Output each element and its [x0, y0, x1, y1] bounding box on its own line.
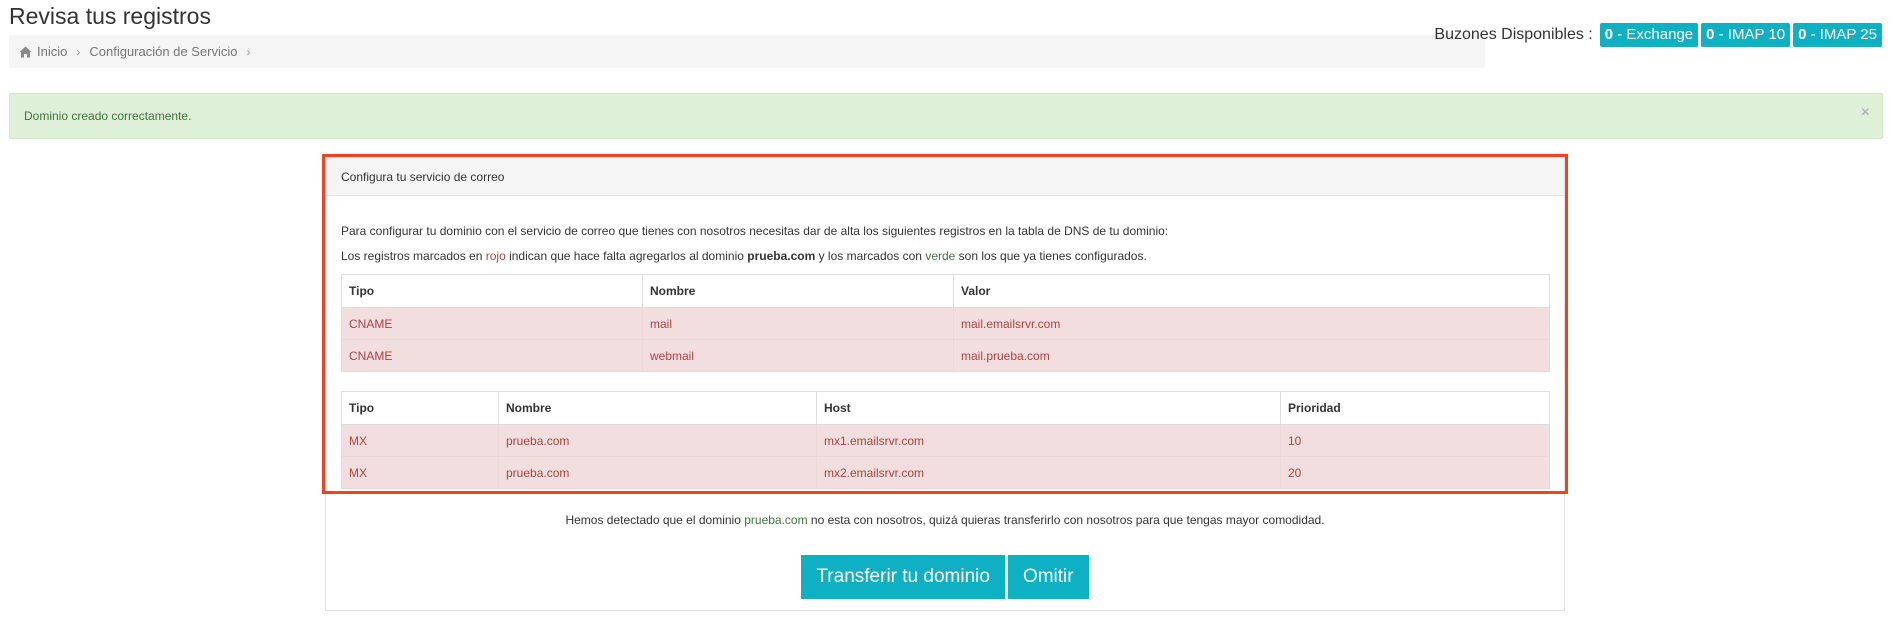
legend-green-word: verde [925, 249, 956, 263]
chevron-right-icon: › [76, 44, 81, 59]
table-cell: MX [341, 424, 499, 457]
table-cell: mail [642, 307, 954, 340]
legend-text: Los registros marcados en rojo indican q… [341, 249, 1549, 263]
table-cell: mx2.emailsrvr.com [816, 456, 1281, 489]
cname-records-table: Tipo Nombre Valor CNAME mail mail.emails… [341, 274, 1550, 372]
table-cell: mail.prueba.com [953, 339, 1550, 372]
breadcrumb-service-config[interactable]: Configuración de Servicio [89, 44, 237, 59]
column-header: Host [816, 391, 1281, 425]
table-row: CNAME webmail mail.prueba.com [341, 339, 1550, 372]
intro-text: Para configurar tu dominio con el servic… [341, 224, 1169, 238]
home-icon [19, 46, 32, 57]
badge-imap-10: 0 - IMAP 10 [1701, 23, 1791, 47]
alert-message: Dominio creado correctamente. [24, 109, 192, 123]
table-cell: 10 [1280, 424, 1550, 457]
legend-domain: prueba.com [747, 249, 816, 263]
badge-name: - IMAP 25 [1806, 26, 1877, 43]
mail-config-panel: Configura tu servicio de correo Para con… [325, 157, 1565, 611]
table-row: CNAME mail mail.emailsrvr.com [341, 307, 1550, 340]
column-header: Nombre [642, 274, 954, 308]
mailboxes-label: Buzones Disponibles : [1434, 26, 1593, 43]
badge-count: 0 [1604, 26, 1614, 43]
table-cell: prueba.com [498, 456, 817, 489]
table-cell: mail.emailsrvr.com [953, 307, 1550, 340]
table-header-row: Tipo Nombre Valor [341, 274, 1550, 308]
column-header: Tipo [341, 274, 643, 308]
mx-records-table: Tipo Nombre Host Prioridad MX prueba.com… [341, 391, 1550, 489]
breadcrumb-home-label: Inicio [37, 44, 68, 59]
table-cell: CNAME [341, 307, 643, 340]
legend-part: y los marcados con [815, 249, 926, 263]
breadcrumb-home[interactable]: Inicio [19, 44, 67, 59]
panel-heading: Configura tu servicio de correo [326, 158, 1564, 196]
column-header: Valor [953, 274, 1550, 308]
badge-name: - Exchange [1613, 26, 1694, 43]
panel-actions: Transferir tu dominio Omitir [326, 555, 1564, 599]
transfer-domain-button[interactable]: Transferir tu dominio [801, 555, 1005, 599]
badge-imap-25: 0 - IMAP 25 [1793, 23, 1882, 47]
skip-button[interactable]: Omitir [1007, 555, 1089, 599]
table-cell: CNAME [341, 339, 643, 372]
column-header: Tipo [341, 391, 499, 425]
table-cell: 20 [1280, 456, 1550, 489]
table-cell: prueba.com [498, 424, 817, 457]
legend-part: indican que hace falta agregarlos al dom… [505, 249, 748, 263]
mailboxes-available: Buzones Disponibles : 0 - Exchange 0 - I… [1434, 23, 1882, 47]
table-cell: MX [341, 456, 499, 489]
column-header: Prioridad [1280, 391, 1550, 425]
transfer-domain: prueba.com [744, 513, 808, 527]
panel-body: Para configurar tu dominio con el servic… [326, 224, 1564, 489]
table-cell: webmail [642, 339, 954, 372]
badge-exchange: 0 - Exchange [1599, 23, 1699, 47]
legend-part: Los registros marcados en [341, 249, 486, 263]
legend-part: son los que ya tienes configurados. [955, 249, 1147, 263]
column-header: Nombre [498, 391, 817, 425]
transfer-note: Hemos detectado que el dominio prueba.co… [326, 513, 1564, 527]
table-row: MX prueba.com mx2.emailsrvr.com 20 [341, 456, 1550, 489]
transfer-part: no esta con nosotros, quizá quieras tran… [807, 513, 1325, 527]
success-alert: Dominio creado correctamente. × [9, 93, 1883, 139]
table-cell: mx1.emailsrvr.com [816, 424, 1281, 457]
transfer-part: Hemos detectado que el dominio [565, 513, 745, 527]
close-icon[interactable]: × [1861, 104, 1870, 122]
chevron-right-icon: › [246, 44, 251, 59]
legend-red-word: rojo [485, 249, 506, 263]
page-title: Revisa tus registros [9, 3, 211, 29]
table-header-row: Tipo Nombre Host Prioridad [341, 391, 1550, 425]
table-row: MX prueba.com mx1.emailsrvr.com 10 [341, 424, 1550, 457]
breadcrumb: Inicio › Configuración de Servicio › [9, 35, 1485, 68]
badge-name: - IMAP 10 [1714, 26, 1786, 43]
